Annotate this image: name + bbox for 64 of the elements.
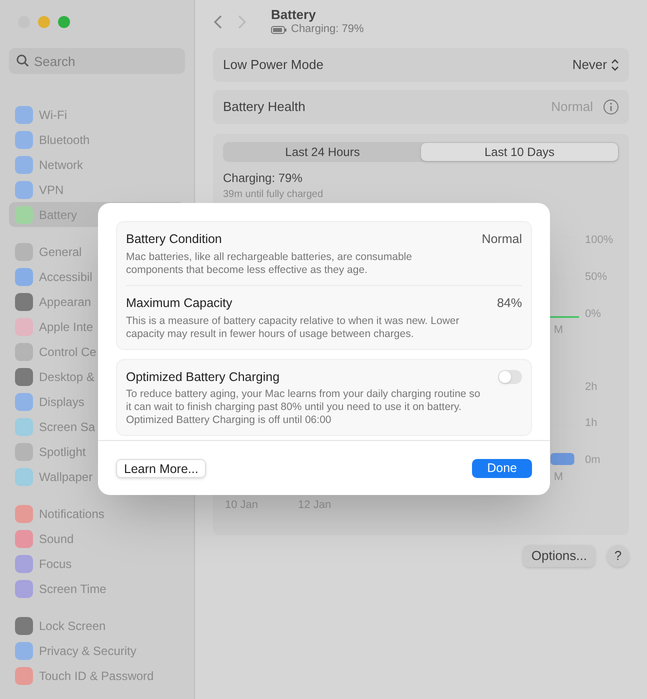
window-control-button[interactable] [38, 16, 50, 28]
sidebar-item[interactable]: Touch ID & Password [9, 663, 185, 688]
learn-more-button[interactable]: Learn More... [116, 458, 206, 478]
sidebar-item[interactable]: Control Ce [9, 339, 185, 364]
sidebar-label: Appearan [39, 294, 92, 310]
info-icon[interactable] [603, 99, 619, 115]
sidebar-item[interactable]: Privacy & Security [9, 638, 185, 663]
sidebar-label: Privacy & Security [39, 642, 136, 660]
sidebar-label: Spotlight [39, 444, 86, 460]
setting-description: This is a measure of battery capacity relative to when it was new. Lower capacity may result in fewer hours of usage between charges. [126, 314, 460, 340]
sidebar-label: Control Ce [39, 344, 96, 360]
sidebar-label: Bluetooth [39, 132, 90, 148]
sidebar-item[interactable]: VPN [9, 177, 185, 202]
page-title: Battery [271, 7, 317, 24]
sidebar-item[interactable]: Screen Time [9, 576, 185, 601]
setting-title: Optimized Battery Charging [126, 368, 281, 386]
range-tab[interactable]: Last 10 Days [421, 143, 618, 161]
sidebar-label: Sound [39, 530, 74, 548]
forward-icon[interactable] [237, 14, 247, 30]
toggle-switch[interactable] [498, 370, 522, 384]
sidebar-label: Wallpaper [39, 468, 93, 486]
setting-title: Maximum Capacity [126, 294, 234, 312]
sidebar-label: Screen Sa [39, 418, 96, 436]
sidebar-label: Touch ID & Password [39, 668, 154, 684]
page-subtitle: Charging: 79% [291, 23, 364, 37]
sidebar-item[interactable]: Network [9, 152, 185, 177]
setting-value: Normal [482, 231, 522, 248]
sidebar-label: General [39, 244, 82, 260]
setting-value: 84% [496, 294, 522, 312]
sidebar-item[interactable]: Wi-Fi [9, 102, 185, 127]
sidebar-item[interactable]: Bluetooth [9, 127, 185, 152]
sidebar-label: Network [39, 156, 84, 174]
range-tab[interactable]: Last 24 Hours [224, 143, 421, 161]
charge-estimate: 39m until fully charged [223, 188, 324, 202]
sidebar-label: Accessibil [39, 268, 92, 286]
sidebar-label: Apple Inte [39, 318, 94, 336]
sidebar-item[interactable]: Notifications [9, 501, 185, 526]
row-label: Low Power Mode [223, 56, 324, 74]
popup-button[interactable]: Never [572, 55, 619, 75]
sidebar-label: Screen Time [39, 580, 106, 598]
sidebar-label: Focus [39, 556, 72, 572]
sidebar-item[interactable]: Lock Screen [9, 613, 185, 638]
setting-description: Mac batteries, like all rechargeable batteries, are consumable components that become less effective as they age. [126, 250, 413, 277]
search-icon [16, 54, 29, 67]
window-control-button[interactable] [58, 16, 70, 28]
row-label: Battery Health [223, 98, 306, 116]
battery-icon [271, 26, 287, 34]
sidebar-label: Displays [39, 394, 84, 410]
done-button[interactable]: Done [472, 458, 532, 478]
sidebar-item[interactable]: Focus [9, 551, 185, 576]
help-button[interactable]: ? [607, 545, 629, 567]
back-icon[interactable] [213, 14, 223, 30]
sidebar-label: Lock Screen [39, 618, 106, 634]
sidebar-label: VPN [39, 182, 64, 198]
charge-status: Charging: 79% [223, 170, 304, 187]
sidebar-label: Notifications [39, 506, 104, 522]
sidebar-label: Wi-Fi [39, 106, 67, 124]
setting-title: Battery Condition [126, 231, 223, 248]
sidebar-label: Desktop & [39, 368, 94, 386]
options-button[interactable]: Options... [523, 545, 595, 567]
search-field[interactable]: Search [9, 48, 185, 74]
sidebar-item[interactable]: Sound [9, 526, 185, 551]
stepper-icon [611, 59, 619, 71]
setting-description: To reduce battery aging, your Mac learns from your daily charging routine so it can wait to finish charging past 80% until you need to use it on battery. Optimized Battery Charging is off until 06:00 [126, 388, 482, 428]
